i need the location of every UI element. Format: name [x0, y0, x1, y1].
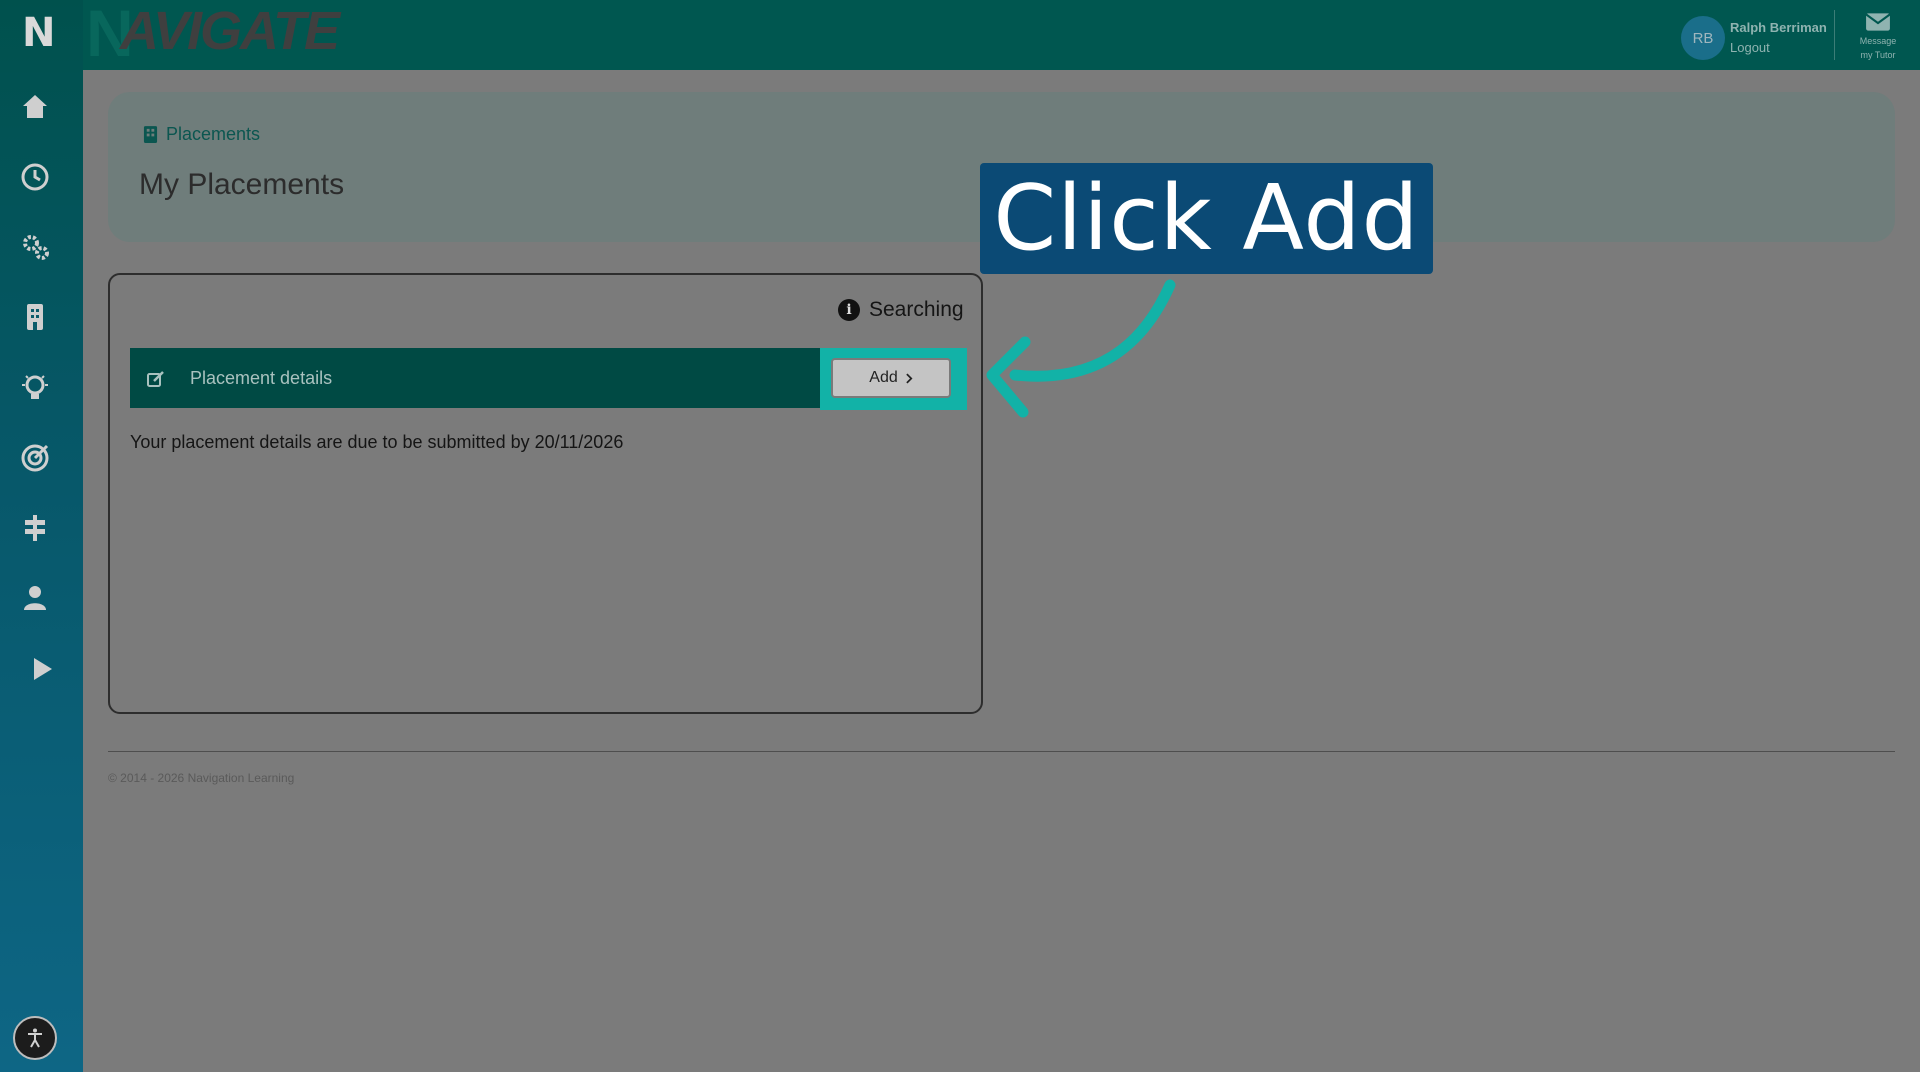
- home-icon[interactable]: [18, 89, 52, 123]
- placement-card: [108, 273, 983, 714]
- accessibility-icon[interactable]: [13, 1016, 57, 1060]
- signpost-icon[interactable]: [18, 511, 52, 545]
- message-label-line2: my Tutor: [1860, 50, 1896, 60]
- info-icon: i: [838, 299, 860, 321]
- gears-icon[interactable]: [18, 230, 52, 264]
- target-icon[interactable]: [18, 441, 52, 475]
- clock-icon[interactable]: [18, 160, 52, 194]
- top-bar: [83, 0, 1920, 70]
- footer-divider: [108, 751, 1895, 752]
- brand-logo[interactable]: AVIGATE: [120, 2, 340, 60]
- user-name: Ralph Berriman: [1730, 20, 1827, 35]
- sidebar: N: [0, 0, 83, 1072]
- message-label-line1: Message: [1859, 36, 1897, 46]
- envelope-icon: [1865, 13, 1891, 31]
- status-indicator: i Searching: [838, 298, 964, 322]
- breadcrumb[interactable]: Placements: [143, 124, 260, 145]
- add-button-label: Add: [869, 369, 898, 386]
- logo-icon[interactable]: N: [22, 12, 55, 54]
- page-title: My Placements: [139, 168, 345, 201]
- copyright: © 2014 - 2026 Navigation Learning: [108, 771, 295, 785]
- breadcrumb-label: Placements: [166, 124, 261, 144]
- chevron-right-icon: [905, 373, 913, 383]
- tutorial-callout: Click Add: [980, 163, 1433, 274]
- callout-arrow-icon: [986, 279, 1176, 418]
- message-tutor-button[interactable]: Message my Tutor: [1846, 12, 1910, 62]
- play-icon[interactable]: [25, 652, 59, 686]
- user-icon[interactable]: [18, 581, 52, 615]
- due-date-text: Your placement details are due to be sub…: [130, 432, 624, 452]
- status-label: Searching: [869, 298, 964, 321]
- avatar[interactable]: RB: [1681, 16, 1725, 60]
- edit-icon: [147, 371, 164, 387]
- placement-details-label: Placement details: [190, 368, 333, 388]
- lightbulb-icon[interactable]: [18, 370, 52, 404]
- add-button[interactable]: Add: [831, 358, 951, 398]
- building-icon[interactable]: [18, 300, 52, 334]
- building-icon: [143, 126, 158, 143]
- top-divider: [1834, 10, 1835, 60]
- logout-link[interactable]: Logout: [1730, 40, 1770, 55]
